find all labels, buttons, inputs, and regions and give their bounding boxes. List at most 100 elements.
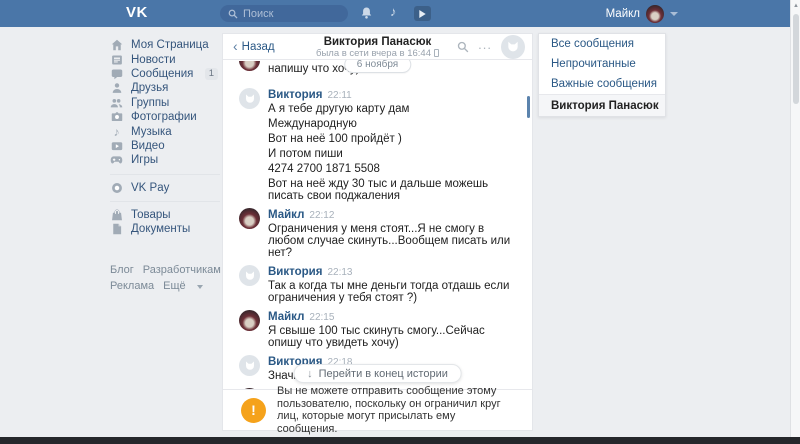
message-group: Виктория22:13 Так а когда ты мне деньги … [239,265,518,304]
notifications-bell-icon[interactable] [360,6,373,25]
sidebar-item-photos[interactable]: Фотографии [110,110,220,124]
footer-link-more[interactable]: Ещё [163,280,186,292]
warning-icon: ! [241,398,266,423]
avatar[interactable] [239,265,260,286]
video-icon [110,139,123,152]
sidebar-divider [110,174,220,175]
photos-icon [110,111,123,124]
friends-icon [110,82,123,95]
message-time: 22:15 [309,312,334,323]
top-bar: VK ♪ Майкл [0,0,790,27]
message-text: А я тебе другую карту дам [268,103,518,115]
sender-name[interactable]: Майкл [268,209,304,221]
left-sidebar: Моя Страница Новости Сообщения 1 Друзья … [110,38,220,237]
message-time: 22:12 [309,210,334,221]
chat-history: напишу что хочу) Виктория22:11 А я тебе … [223,61,532,389]
chat-scrollbar-thumb[interactable] [527,96,530,118]
vkpay-icon [110,181,123,194]
menu-item-unread[interactable]: Непрочитанные [539,54,665,74]
warning-text: Вы не можете отправить сообщение этому п… [277,385,518,435]
chat-header-actions: ... [457,35,525,59]
message-text: Вот на неё 100 пройдёт ) [268,133,518,145]
more-options-icon[interactable]: ... [478,40,492,54]
menu-item-active-dialog[interactable]: Виктория Панасюк [539,95,665,116]
chevron-down-icon [197,285,203,289]
sidebar-item-groups[interactable]: Группы [110,96,220,110]
message-text: 4274 2700 1871 5508 [268,163,518,175]
games-icon [110,154,123,167]
chevron-down-icon [670,12,678,16]
avatar[interactable] [239,310,260,331]
page-scrollbar[interactable]: ▲ [790,0,800,437]
dog-placeholder-icon [244,93,256,105]
user-avatar [646,5,664,23]
messages-icon [110,67,123,80]
vk-app: VK ♪ Майкл ▲ Моя Страница Новости [0,0,800,444]
menu-item-all-messages[interactable]: Все сообщения [539,34,665,54]
messages-filter-menu: Все сообщения Непрочитанные Важные сообщ… [538,33,666,117]
footer-link-blog[interactable]: Блог [110,264,134,276]
dog-placeholder-icon [244,270,256,282]
message-group: Майкл 22:15 Я свыше 100 тыс скинуть смогу… [239,310,518,349]
user-name: Майкл [606,8,640,20]
message-group: Виктория22:11 А я тебе другую карту дам … [239,88,518,202]
arrow-down-icon: ↓ [307,368,313,380]
sidebar-divider [110,201,220,202]
message-text: Я свыше 100 тыс скинуть смогу...Сейчас о… [268,325,518,349]
market-bag-icon [110,209,123,222]
sidebar-item-games[interactable]: Игры [110,153,220,167]
footer-links: Блог Разработчикам Реклама Ещё [110,262,240,294]
document-icon [110,223,123,236]
music-icon: ♪ [110,125,123,138]
groups-icon [110,96,123,109]
avatar[interactable] [239,355,260,376]
sidebar-item-vk-pay[interactable]: VK Pay [110,181,220,195]
music-note-icon[interactable]: ♪ [390,4,397,19]
profile-icon [110,39,123,52]
sidebar-item-music[interactable]: ♪ Музыка [110,124,220,138]
scroll-to-end-button[interactable]: ↓ Перейти в конец истории [293,364,462,383]
message-text: Так а когда ты мне деньги тогда отдашь е… [268,280,518,304]
message-text: И потом пиши [268,148,518,160]
sidebar-item-video[interactable]: Видео [110,139,220,153]
search-box[interactable] [220,5,348,22]
sender-name[interactable]: Майкл [268,311,304,323]
sidebar-item-market[interactable]: Товары [110,208,220,222]
sender-name[interactable]: Виктория [268,266,322,278]
back-button[interactable]: ‹ Назад [233,41,275,53]
messages-counter-badge: 1 [205,68,218,80]
vk-logo[interactable]: VK [126,4,148,21]
chat-header: ‹ Назад Виктория Панасюк была в сети вче… [223,34,532,60]
page-scrollbar-thumb[interactable] [793,14,799,104]
message-text: Международную [268,118,518,130]
sidebar-item-news[interactable]: Новости [110,52,220,66]
search-input[interactable] [243,8,333,20]
avatar [239,61,260,71]
chevron-left-icon: ‹ [233,41,238,52]
footer-link-ads[interactable]: Реклама [110,280,154,292]
sidebar-item-docs[interactable]: Документы [110,222,220,236]
sidebar-item-messages[interactable]: Сообщения 1 [110,67,220,81]
bottom-taskbar-strip [0,437,800,444]
dialog-avatar[interactable] [501,35,525,59]
scroll-up-arrow-icon[interactable]: ▲ [793,3,799,9]
search-icon [228,9,238,19]
video-app-icon[interactable] [414,6,431,21]
chat-panel: ‹ Назад Виктория Панасюк была в сети вче… [222,33,533,431]
send-restriction-warning: ! Вы не можете отправить сообщение этому… [223,389,532,430]
footer-link-developers[interactable]: Разработчикам [143,264,221,276]
menu-item-important[interactable]: Важные сообщения [539,74,665,94]
chat-search-icon[interactable] [457,41,469,53]
message-text: Ограничения у меня стоят...Я не смогу в … [268,223,518,259]
sender-name[interactable]: Виктория [268,89,322,101]
avatar[interactable] [239,88,260,109]
mobile-icon [434,49,439,57]
user-menu[interactable]: Майкл [606,0,678,27]
news-icon [110,53,123,66]
avatar[interactable] [239,208,260,229]
dog-placeholder-icon [244,360,256,372]
sidebar-item-my-page[interactable]: Моя Страница [110,38,220,52]
sidebar-item-friends[interactable]: Друзья [110,81,220,95]
message-text: Вот на неё жду 30 тыс и дальше можешь пи… [268,178,518,202]
dog-placeholder-icon [506,40,520,54]
